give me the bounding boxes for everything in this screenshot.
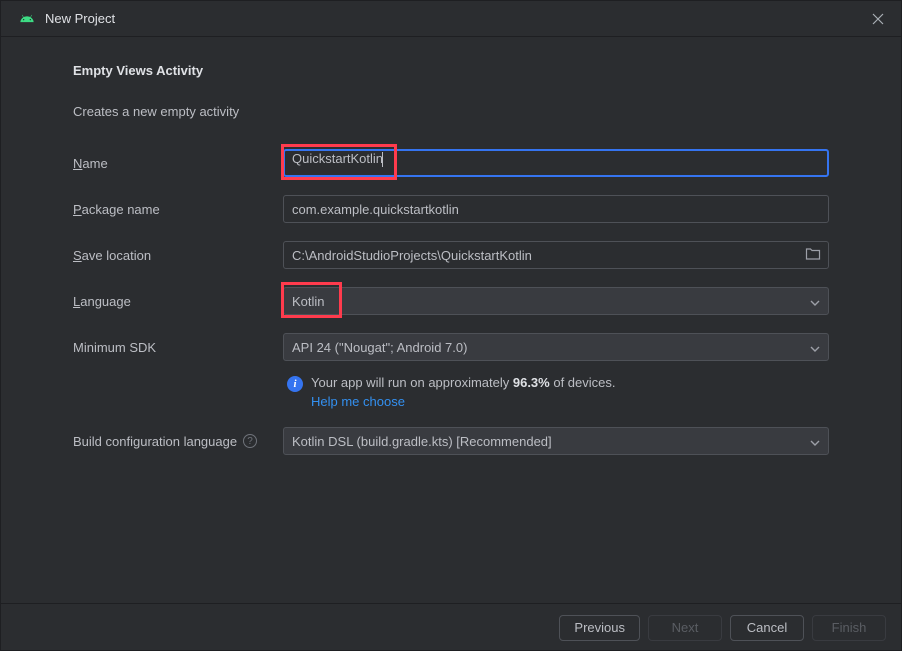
label-package: Package name — [73, 202, 283, 217]
label-save: Save location — [73, 248, 283, 263]
previous-button[interactable]: Previous — [559, 615, 640, 641]
window-title: New Project — [45, 11, 867, 26]
chevron-down-icon — [810, 340, 820, 355]
language-select[interactable]: Kotlin — [283, 287, 829, 315]
help-link[interactable]: Help me choose — [311, 394, 616, 409]
row-package: Package name — [73, 195, 829, 223]
row-name: Name QuickstartKotlin — [73, 149, 829, 177]
info-icon: i — [287, 376, 303, 392]
help-icon[interactable]: ? — [243, 434, 257, 448]
row-language: Language Kotlin — [73, 287, 829, 315]
info-text: Your app will run on approximately 96.3%… — [311, 375, 616, 409]
close-icon[interactable] — [867, 8, 889, 30]
footer: Previous Next Cancel Finish — [0, 603, 902, 651]
name-input[interactable]: QuickstartKotlin — [283, 149, 829, 177]
titlebar: New Project — [1, 1, 901, 37]
buildconf-select[interactable]: Kotlin DSL (build.gradle.kts) [Recommend… — [283, 427, 829, 455]
android-icon — [19, 11, 35, 27]
package-input[interactable] — [283, 195, 829, 223]
page-subtitle: Creates a new empty activity — [73, 104, 829, 119]
row-buildconf: Build configuration language ? Kotlin DS… — [73, 427, 829, 455]
label-language: Language — [73, 294, 283, 309]
row-info: i Your app will run on approximately 96.… — [73, 375, 829, 409]
save-input[interactable] — [283, 241, 829, 269]
form-content: Empty Views Activity Creates a new empty… — [1, 37, 901, 455]
minsdk-select[interactable]: API 24 ("Nougat"; Android 7.0) — [283, 333, 829, 361]
page-title: Empty Views Activity — [73, 63, 829, 78]
next-button[interactable]: Next — [648, 615, 722, 641]
label-buildconf: Build configuration language ? — [73, 434, 283, 449]
finish-button[interactable]: Finish — [812, 615, 886, 641]
chevron-down-icon — [810, 434, 820, 449]
label-minsdk: Minimum SDK — [73, 340, 283, 355]
cancel-button[interactable]: Cancel — [730, 615, 804, 641]
chevron-down-icon — [810, 294, 820, 309]
row-minsdk: Minimum SDK API 24 ("Nougat"; Android 7.… — [73, 333, 829, 361]
label-name: Name — [73, 156, 283, 171]
row-save: Save location — [73, 241, 829, 269]
